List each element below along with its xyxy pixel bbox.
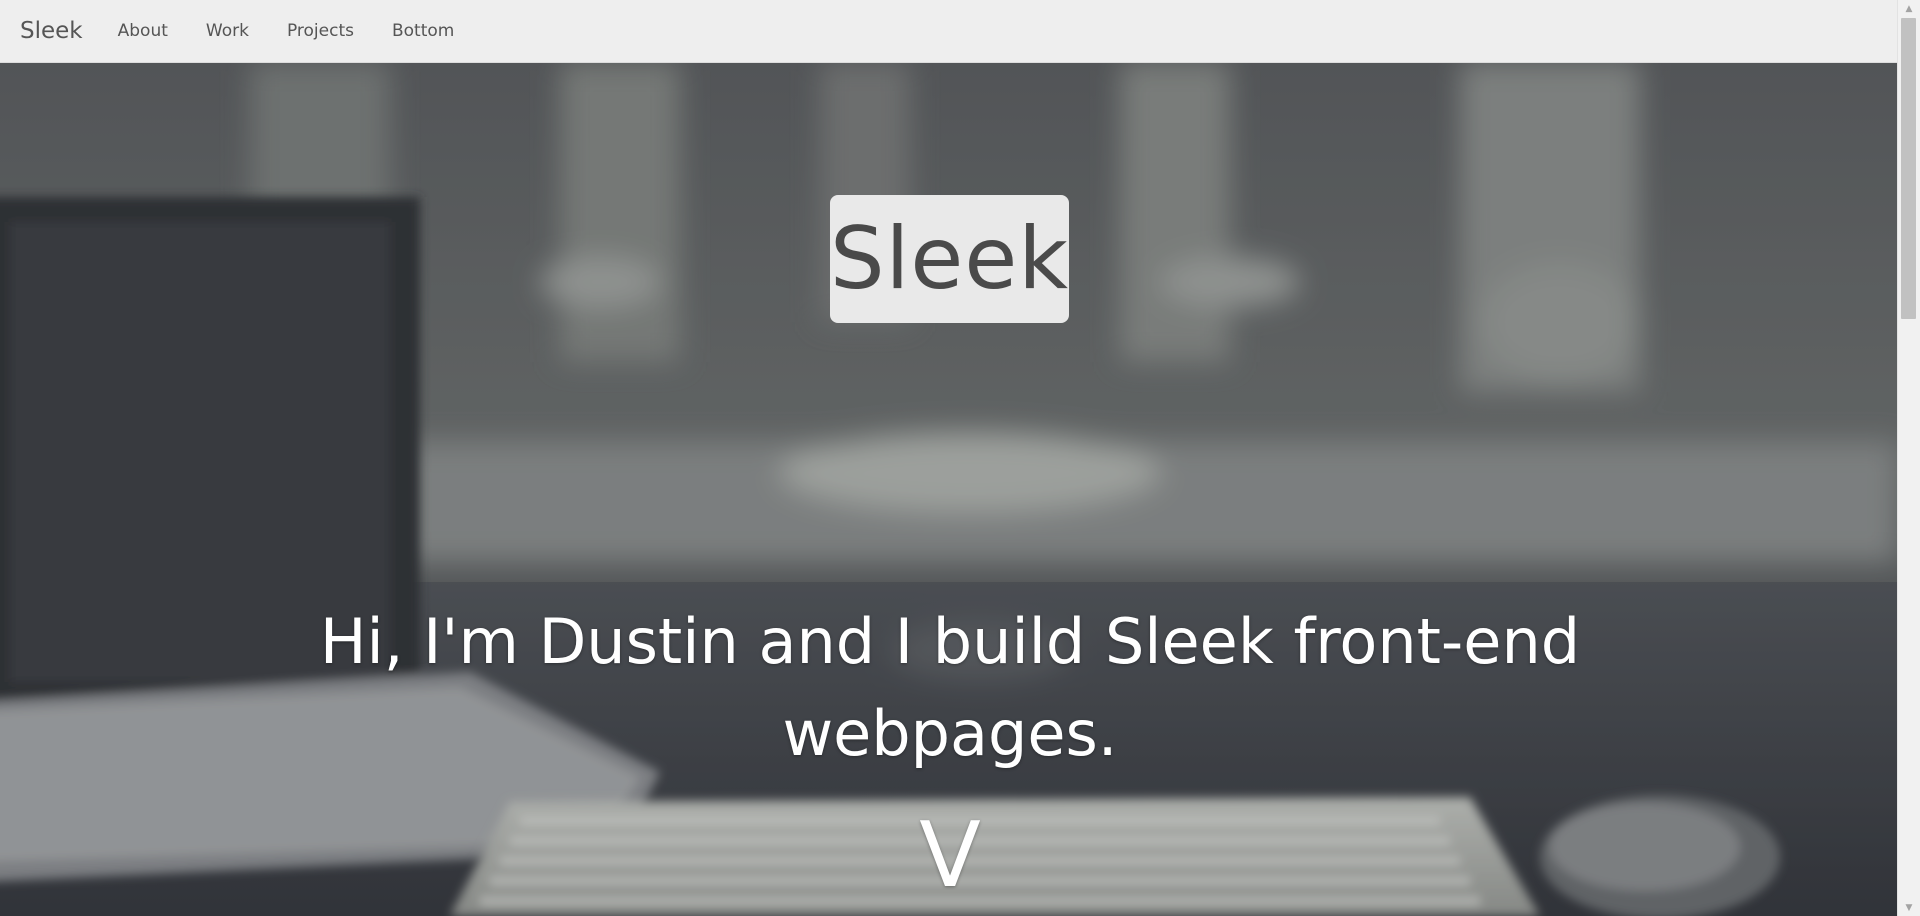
brand-link[interactable]: Sleek (20, 18, 83, 44)
hero-title-badge: Sleek (830, 195, 1069, 323)
hero-section: Sleek Hi, I'm Dustin and I build Sleek f… (0, 62, 1898, 916)
page: Sleek About Work Projects Bottom Sleek H… (0, 0, 1920, 916)
nav-link-bottom[interactable]: Bottom (373, 21, 473, 41)
hero-background-image (0, 62, 1898, 916)
hero-tagline: Hi, I'm Dustin and I build Sleek front-e… (319, 605, 1581, 770)
scroll-down-indicator[interactable]: V (900, 806, 1000, 906)
triangle-down-icon[interactable]: ▼ (1898, 899, 1920, 916)
scrollbar-thumb[interactable] (1901, 18, 1916, 319)
triangle-up-icon[interactable]: ▲ (1898, 0, 1920, 17)
nav-link-about[interactable]: About (99, 21, 187, 41)
top-navbar: Sleek About Work Projects Bottom (0, 0, 1898, 63)
nav-links: About Work Projects Bottom (99, 21, 474, 41)
vertical-scrollbar[interactable]: ▲ ▼ (1897, 0, 1920, 916)
nav-link-projects[interactable]: Projects (268, 21, 373, 41)
nav-link-work[interactable]: Work (187, 21, 268, 41)
